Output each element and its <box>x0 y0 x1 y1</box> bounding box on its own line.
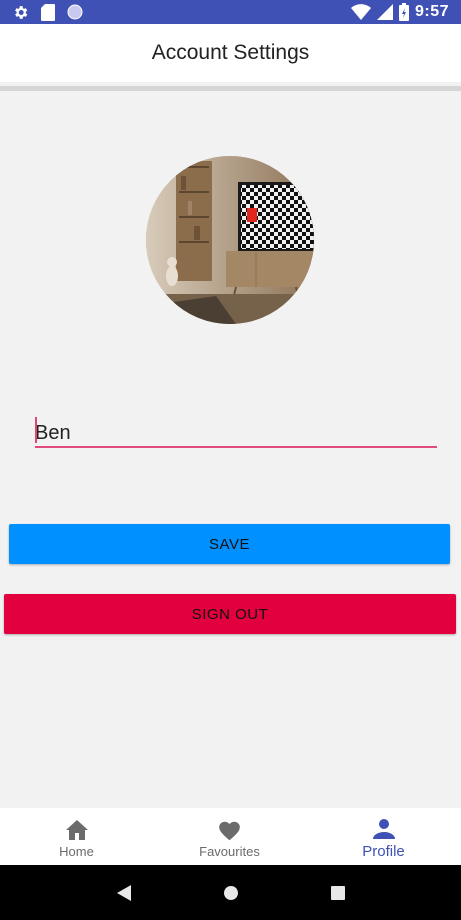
app-bar-divider <box>0 86 461 91</box>
bottom-tab-bar: Home Favourites Profile <box>0 808 461 865</box>
person-icon <box>372 814 395 840</box>
tab-home[interactable]: Home <box>0 808 153 865</box>
sign-out-button-label: SIGN OUT <box>191 605 269 623</box>
battery-icon <box>398 3 409 21</box>
system-nav-bar <box>0 865 461 920</box>
back-icon[interactable] <box>104 873 144 913</box>
status-bar-right: 9:57 <box>350 3 449 21</box>
sign-out-button[interactable]: SIGN OUT <box>4 594 456 634</box>
profile-photo-image <box>146 156 314 324</box>
app-bar: Account Settings <box>0 24 461 82</box>
heart-icon <box>217 815 242 841</box>
status-time: 9:57 <box>414 3 449 20</box>
name-input[interactable] <box>35 416 437 448</box>
circle-notification-icon <box>67 4 83 20</box>
page-title: Account Settings <box>151 41 310 64</box>
signal-icon <box>376 4 393 20</box>
text-caret <box>35 417 37 443</box>
tab-profile-label: Profile <box>362 842 405 860</box>
status-bar-left <box>12 3 83 21</box>
wifi-icon <box>350 4 371 20</box>
avatar[interactable] <box>146 156 314 324</box>
home-icon <box>65 815 89 841</box>
tab-favourites-label: Favourites <box>199 843 260 859</box>
tab-favourites[interactable]: Favourites <box>153 808 306 865</box>
status-bar: 9:57 <box>0 0 461 24</box>
sd-card-icon <box>41 3 55 21</box>
tab-profile[interactable]: Profile <box>306 808 461 865</box>
tab-home-label: Home <box>59 843 94 859</box>
recents-icon[interactable] <box>318 873 358 913</box>
save-button-label: SAVE <box>209 535 250 553</box>
gear-icon <box>12 4 29 21</box>
save-button[interactable]: SAVE <box>9 524 450 564</box>
home-circle-icon[interactable] <box>211 873 251 913</box>
